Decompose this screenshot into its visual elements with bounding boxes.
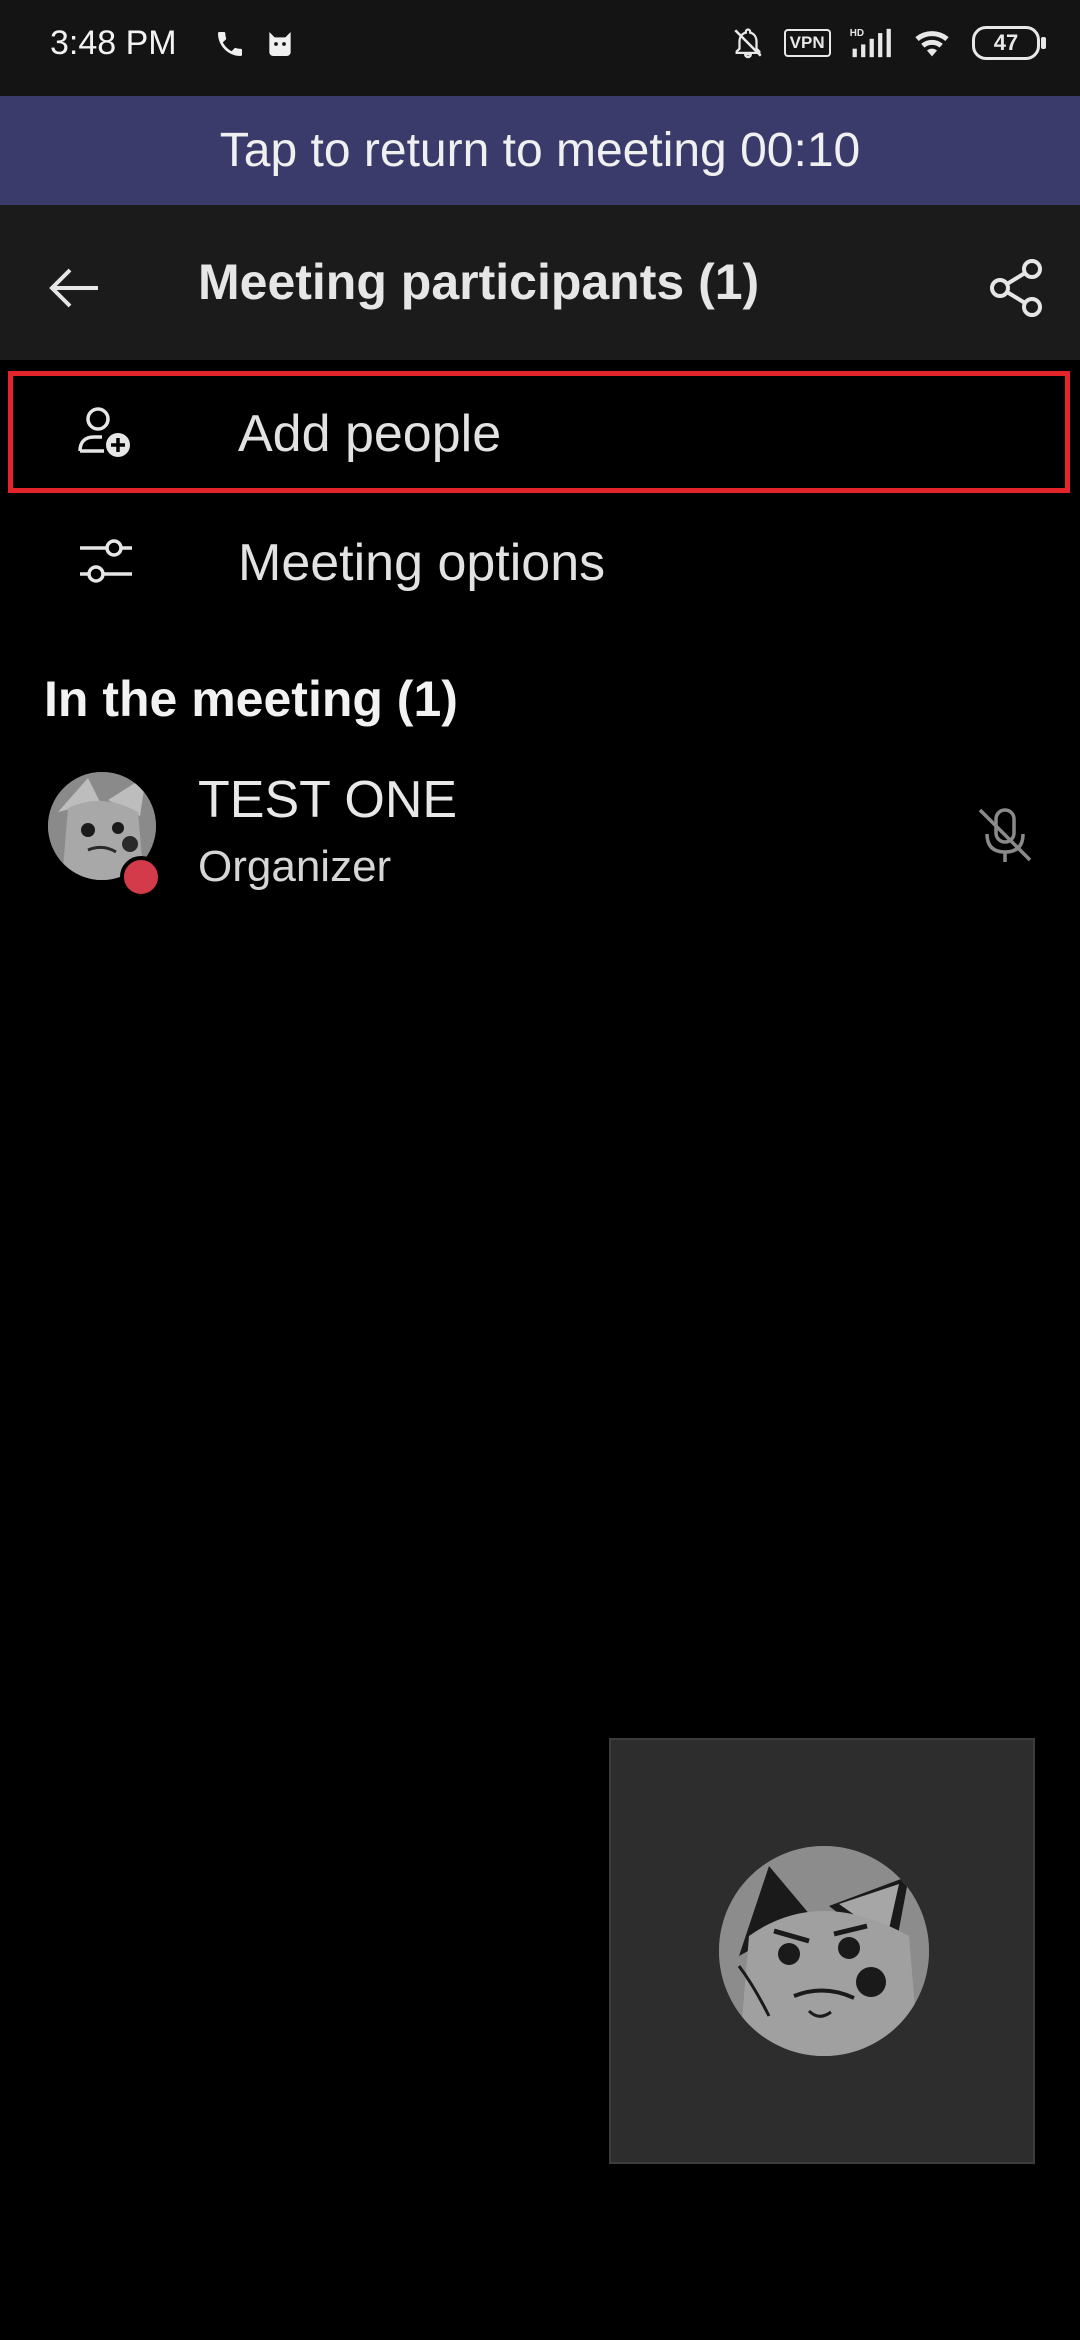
self-avatar [719,1846,929,2056]
app-header: Meeting participants (1) [0,205,1080,360]
battery-icon: 47 [972,26,1046,60]
status-bar: 3:48 PM VPN HD 47 [0,0,1080,96]
add-people-button[interactable]: Add people [0,366,1080,496]
banner-text: Tap to return to meeting 00:10 [219,124,861,177]
hd-signal-icon: HD [850,28,891,58]
mic-off-icon [978,808,1032,862]
add-people-label: Add people [238,405,502,463]
cat-app-icon [269,32,292,56]
in-meeting-heading: In the meeting (1) [44,671,458,727]
meeting-options-label: Meeting options [238,534,606,592]
participant-role: Organizer [198,842,392,891]
pikachu-avatar-icon [719,1846,929,2056]
svg-text:HD: HD [850,28,864,39]
phone-icon [218,32,242,56]
meeting-options-button[interactable]: Meeting options [0,495,1080,625]
return-to-meeting-banner[interactable]: Tap to return to meeting 00:10 [0,96,1080,205]
status-left-icons [200,28,296,60]
share-icon[interactable] [982,253,1052,323]
participant-name: TEST ONE [198,771,458,829]
person-add-icon [78,407,130,457]
status-time: 3:48 PM [50,24,177,62]
bell-off-icon [734,28,762,59]
status-right-icons: VPN HD 47 [717,26,1046,60]
self-video-tile[interactable] [609,1738,1035,2164]
page-title: Meeting participants (1) [198,254,760,310]
sliders-icon [80,539,132,583]
status-badge [120,856,162,898]
wifi-icon [914,31,949,57]
arrow-left-icon[interactable] [40,253,110,323]
participant-row[interactable]: TEST ONE Organizer [0,760,1080,910]
vpn-icon: VPN [783,29,831,57]
